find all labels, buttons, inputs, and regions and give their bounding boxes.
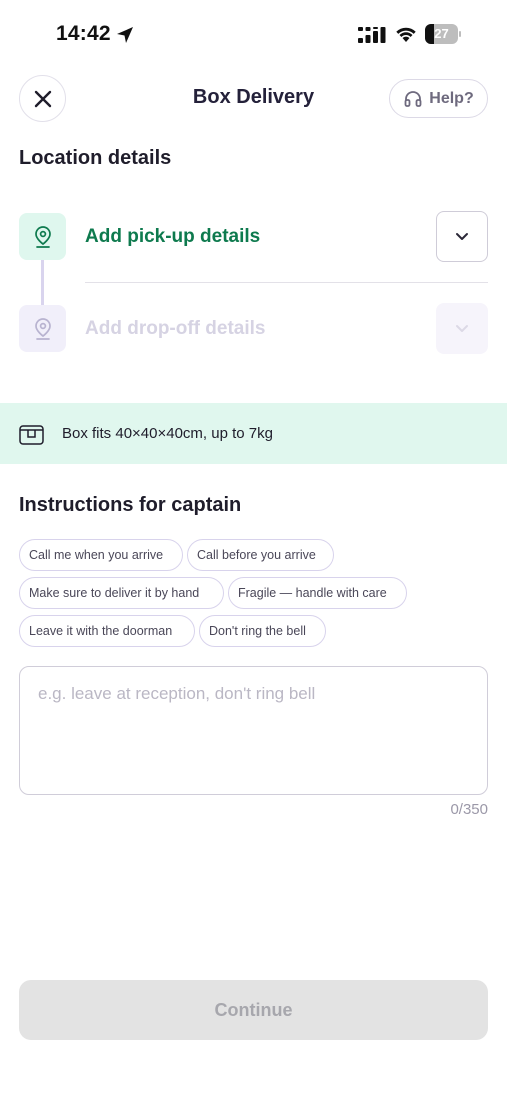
pickup-label[interactable]: Add pick-up details xyxy=(85,226,260,248)
instruction-chip[interactable]: Don't ring the bell xyxy=(199,615,326,647)
character-counter: 0/350 xyxy=(450,801,488,818)
chevron-down-icon xyxy=(456,232,468,240)
instruction-chip[interactable]: Make sure to deliver it by hand xyxy=(19,577,224,609)
pickup-icon-box xyxy=(19,213,66,260)
dropoff-expand-button[interactable] xyxy=(436,303,488,354)
pickup-expand-button[interactable] xyxy=(436,211,488,262)
map-pin-icon xyxy=(34,225,51,248)
battery-icon: 27 xyxy=(425,24,461,44)
location-heading: Location details xyxy=(19,147,172,169)
chevron-down-icon xyxy=(456,324,468,332)
continue-button[interactable]: Continue xyxy=(19,980,488,1040)
instruction-chip[interactable]: Leave it with the doorman xyxy=(19,615,195,647)
wifi-icon xyxy=(396,27,416,42)
dropoff-icon-box xyxy=(19,305,66,352)
instructions-heading: Instructions for captain xyxy=(19,494,242,516)
route-connector xyxy=(41,260,44,305)
location-arrow-icon xyxy=(117,27,133,43)
instruction-chip[interactable]: Call before you arrive xyxy=(187,539,334,571)
instruction-chip[interactable]: Call me when you arrive xyxy=(19,539,183,571)
status-time: 14:42 xyxy=(56,22,111,45)
instructions-textarea[interactable]: e.g. leave at reception, don't ring bell xyxy=(19,666,488,795)
box-size-text: Box fits 40×40×40cm, up to 7kg xyxy=(62,425,273,442)
help-label: Help? xyxy=(429,89,474,107)
status-bar: 14:42 27 xyxy=(0,0,507,70)
battery-level: 27 xyxy=(434,26,449,41)
map-pin-icon xyxy=(34,317,51,340)
headset-icon xyxy=(404,90,422,107)
dropoff-label[interactable]: Add drop-off details xyxy=(85,318,265,340)
box-size-banner: Box fits 40×40×40cm, up to 7kg xyxy=(0,403,507,464)
box-icon xyxy=(19,424,44,445)
location-divider xyxy=(85,282,488,283)
box-delivery-screen: 14:42 27 Box Delivery Help? Location det… xyxy=(0,0,507,1100)
signal-icon xyxy=(358,27,386,43)
instruction-chip[interactable]: Fragile — handle with care xyxy=(228,577,407,609)
help-button[interactable]: Help? xyxy=(389,79,488,118)
